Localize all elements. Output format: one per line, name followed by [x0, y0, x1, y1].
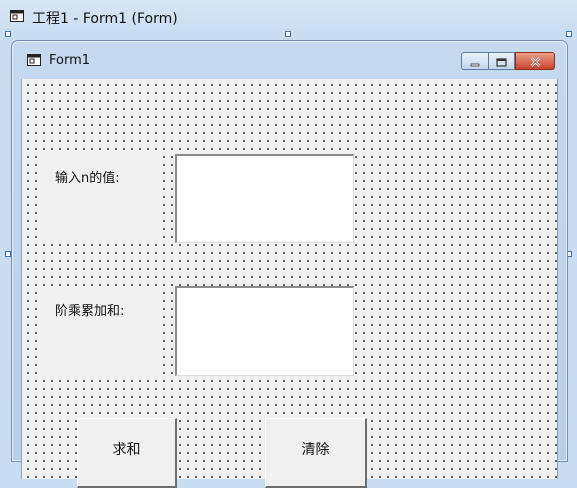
resize-handle-top[interactable] [285, 31, 291, 37]
maximize-icon [496, 52, 507, 71]
maximize-button[interactable] [488, 52, 515, 70]
minimize-button[interactable] [461, 52, 488, 70]
close-icon [530, 52, 541, 71]
form-title: Form1 [49, 52, 91, 68]
sum-button[interactable]: 求和 [77, 418, 177, 488]
label-input-n: 输入n的值: [43, 154, 160, 244]
form-icon [27, 51, 41, 70]
close-button[interactable] [515, 52, 555, 70]
text-input-n[interactable] [175, 154, 354, 243]
form1-window[interactable]: Form1 输入n的值: 阶乘累加和: 求和 清除 [11, 40, 568, 488]
project-window-title: 工程1 - Form1 (Form) [32, 11, 178, 27]
resize-handle-top-right[interactable] [566, 31, 572, 37]
form-titlebar[interactable]: Form1 [12, 41, 567, 79]
resize-handle-top-left[interactable] [5, 31, 11, 37]
form-design-surface[interactable]: 输入n的值: 阶乘累加和: 求和 清除 [21, 79, 558, 488]
text-factorial-sum[interactable] [175, 286, 354, 376]
minimize-icon [470, 52, 480, 71]
clear-button[interactable]: 清除 [265, 418, 367, 488]
form-icon [10, 10, 24, 26]
label-factorial-sum: 阶乘累加和: [43, 287, 160, 377]
window-controls [461, 52, 555, 70]
